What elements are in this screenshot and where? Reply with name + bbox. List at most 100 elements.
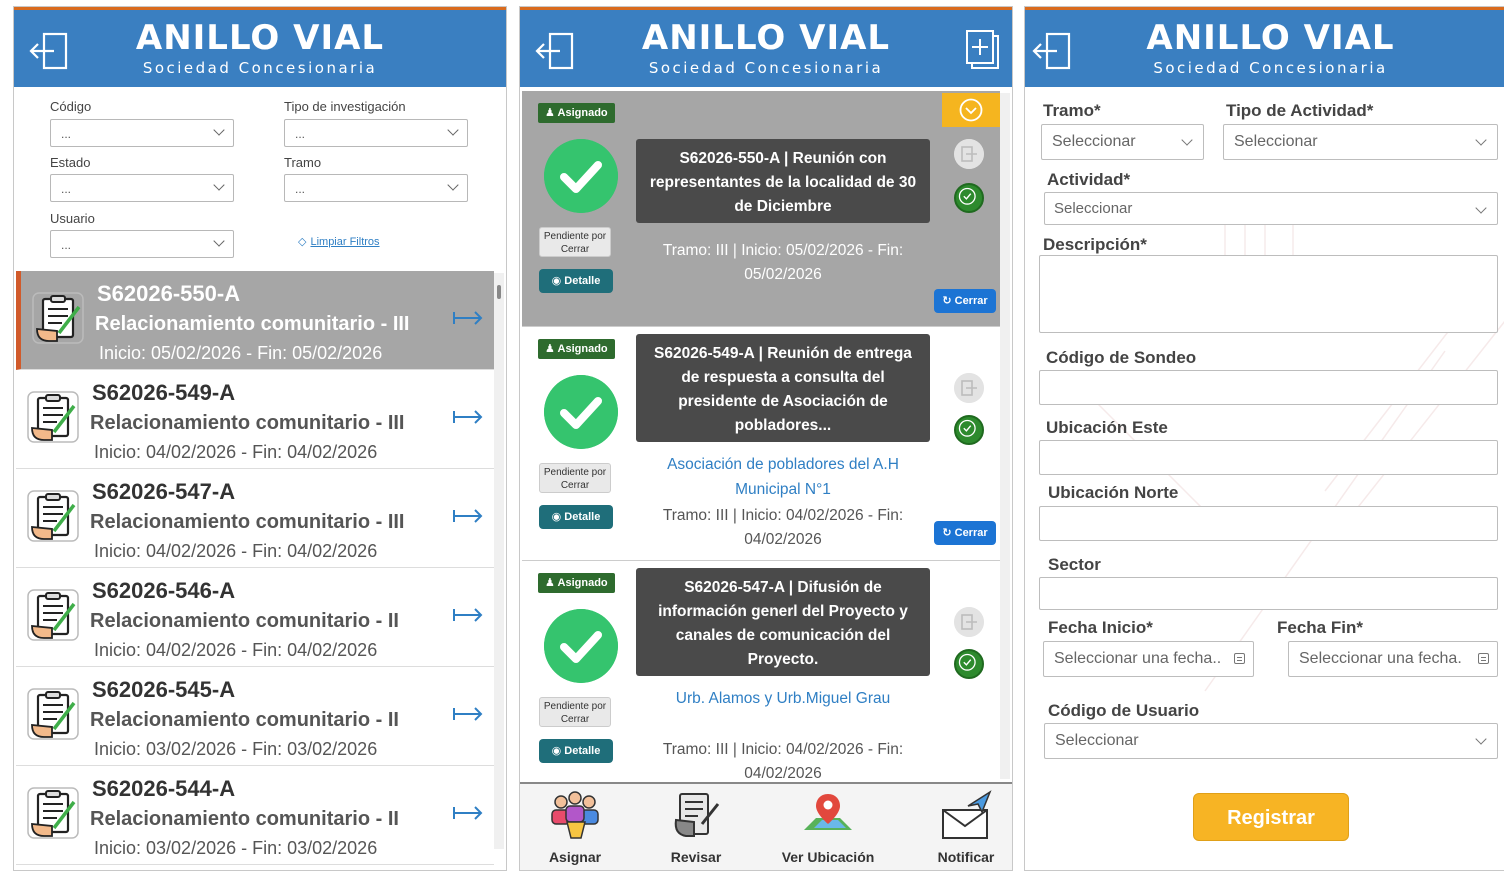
list-item[interactable]: S62026-550-A Relacionamiento comunitario … xyxy=(16,271,494,370)
list-item[interactable]: S62026-547-A Relacionamiento comunitario … xyxy=(16,469,494,568)
item-dates: Inicio: 05/02/2026 - Fin: 05/02/2026 xyxy=(99,343,383,363)
item-dates: Inicio: 04/02/2026 - Fin: 04/02/2026 xyxy=(94,541,378,561)
cards-scrollbar[interactable] xyxy=(1000,93,1010,779)
chevron-down-icon xyxy=(1475,733,1487,745)
arrow-right-icon[interactable] xyxy=(452,309,484,327)
fecha-fin-input[interactable]: Seleccionar una fecha. xyxy=(1288,641,1498,677)
approve-circle-icon[interactable] xyxy=(954,415,984,445)
check-circle-icon xyxy=(544,139,618,213)
nav-revisar-label: Revisar xyxy=(670,849,722,865)
clipboard-checklist-icon xyxy=(27,787,79,839)
descripcion-textarea[interactable] xyxy=(1039,255,1498,333)
exit-circle-icon[interactable] xyxy=(954,139,984,169)
brand-logo: ANILLO VIAL Sociedad Concesionaria xyxy=(14,18,506,78)
codigo-sondeo-input[interactable] xyxy=(1039,370,1498,405)
list-scrollbar[interactable] xyxy=(494,273,504,849)
detail-button[interactable]: ◉ Detalle xyxy=(539,269,613,293)
item-dates: Inicio: 04/02/2026 - Fin: 04/02/2026 xyxy=(94,442,378,462)
item-code: S62026-546-A xyxy=(92,578,236,603)
location-link[interactable]: Urb. Alamos y Urb.Miguel Grau xyxy=(636,686,930,711)
usuario-select[interactable]: ... xyxy=(50,230,234,258)
user-icon: ♟ xyxy=(545,343,558,355)
item-title: Relacionamiento comunitario - III xyxy=(95,313,410,335)
arrow-right-icon[interactable] xyxy=(452,804,484,822)
refresh-icon: ↻ xyxy=(942,527,955,539)
nav-asignar[interactable]: Asignar xyxy=(540,790,610,865)
item-dates: Inicio: 03/02/2026 - Fin: 03/02/2026 xyxy=(94,838,378,858)
pending-status: Pendiente por Cerrar xyxy=(539,697,611,727)
sector-label: Sector xyxy=(1048,555,1101,574)
chevron-down-icon xyxy=(213,235,225,247)
list-item[interactable]: S62026-545-A Relacionamiento comunitario … xyxy=(16,667,494,766)
detail-button[interactable]: ◉ Detalle xyxy=(539,739,613,763)
chevron-circle-down-icon xyxy=(959,98,983,122)
tipo-investigacion-select[interactable]: ... xyxy=(284,119,468,147)
detail-button[interactable]: ◉ Detalle xyxy=(539,505,613,529)
activity-card[interactable]: ♟ Asignado Pendiente por Cerrar ◉ Detalle S… xyxy=(522,561,1000,781)
close-button[interactable]: ↻ Cerrar xyxy=(934,289,996,313)
estado-value: ... xyxy=(61,182,72,196)
tipo-actividad-select[interactable]: Seleccionar xyxy=(1223,124,1498,160)
actividad-select[interactable]: Seleccionar xyxy=(1044,192,1498,225)
arrow-right-icon[interactable] xyxy=(452,408,484,426)
arrow-right-icon[interactable] xyxy=(452,507,484,525)
list-item[interactable]: S62026-546-A Relacionamiento comunitario … xyxy=(16,568,494,667)
approve-circle-icon[interactable] xyxy=(954,649,984,679)
app-header: ANILLO VIAL Sociedad Concesionaria xyxy=(14,7,506,87)
arrow-right-icon[interactable] xyxy=(452,705,484,723)
add-copy-icon[interactable] xyxy=(964,28,1002,72)
usuario-label: Usuario xyxy=(50,211,95,226)
activity-meta: Tramo: III | Inicio: 05/02/2026 - Fin: 0… xyxy=(662,242,904,283)
tramo-select[interactable]: ... xyxy=(284,174,468,202)
descripcion-label: Descripción* xyxy=(1043,235,1147,254)
eye-icon: ◉ xyxy=(551,745,565,757)
close-label: Cerrar xyxy=(954,295,988,307)
activity-title: S62026-549-A | Reunión de entrega de res… xyxy=(636,334,930,442)
approve-circle-icon[interactable] xyxy=(954,183,984,213)
list-item[interactable]: S62026-544-A Relacionamiento comunitario … xyxy=(16,766,494,865)
codigo-sondeo-label: Código de Sondeo xyxy=(1046,348,1197,367)
badge-label: Asignado xyxy=(557,107,608,119)
eye-icon: ◉ xyxy=(551,511,565,523)
brand-title: ANILLO VIAL xyxy=(641,18,891,58)
registrar-button[interactable]: Registrar xyxy=(1193,793,1349,841)
ubicacion-este-input[interactable] xyxy=(1039,440,1498,475)
exit-circle-icon[interactable] xyxy=(954,607,984,637)
nav-revisar[interactable]: Revisar xyxy=(664,790,728,865)
chevron-down-icon xyxy=(213,179,225,191)
activity-title: S62026-547-A | Difusión de información g… xyxy=(636,568,930,676)
clipboard-checklist-icon xyxy=(27,688,79,740)
scrollbar-thumb[interactable] xyxy=(497,285,501,299)
nav-ver-ubicacion[interactable]: Ver Ubicación xyxy=(776,790,880,865)
activity-card[interactable]: ♟ Asignado Pendiente por Cerrar ◉ Detalle S… xyxy=(522,327,1000,561)
fecha-inicio-input[interactable]: Seleccionar una fecha.. xyxy=(1043,641,1254,677)
clipboard-checklist-icon xyxy=(27,490,79,542)
clipboard-checklist-icon xyxy=(32,292,84,344)
fecha-fin-label: Fecha Fin* xyxy=(1277,618,1363,637)
tramo-select[interactable]: Seleccionar xyxy=(1041,124,1204,160)
estado-select[interactable]: ... xyxy=(50,174,234,202)
usuario-value: ... xyxy=(61,238,72,252)
chevron-down-icon xyxy=(1475,202,1487,214)
calendar-icon[interactable] xyxy=(1478,653,1489,664)
codigo-usuario-select[interactable]: Seleccionar xyxy=(1044,723,1498,759)
user-icon: ♟ xyxy=(545,107,558,119)
calendar-icon[interactable] xyxy=(1234,653,1245,664)
clear-filters-link[interactable]: ◇ Limpiar Filtros xyxy=(298,235,380,248)
location-link[interactable]: Asociación de pobladores del A.H Municip… xyxy=(636,452,930,502)
chevron-down-icon xyxy=(1181,134,1193,146)
activity-card[interactable]: ♟ Asignado Pendiente por Cerrar ◉ Detalle S… xyxy=(522,91,1000,327)
item-dates: Inicio: 04/02/2026 - Fin: 04/02/2026 xyxy=(94,640,378,660)
sector-input[interactable] xyxy=(1039,577,1498,610)
arrow-right-icon[interactable] xyxy=(452,606,484,624)
item-title: Relacionamiento comunitario - II xyxy=(90,709,399,731)
ubicacion-norte-input[interactable] xyxy=(1039,506,1498,541)
exit-circle-icon[interactable] xyxy=(954,373,984,403)
codigo-select[interactable]: ... xyxy=(50,119,234,147)
tramo-value: Seleccionar xyxy=(1052,133,1136,150)
nav-notificar[interactable]: Notificar xyxy=(932,790,1000,865)
item-title: Relacionamiento comunitario - III xyxy=(90,412,405,434)
collapse-tab[interactable] xyxy=(942,93,1000,127)
list-item[interactable]: S62026-549-A Relacionamiento comunitario … xyxy=(16,370,494,469)
close-button[interactable]: ↻ Cerrar xyxy=(934,521,996,545)
